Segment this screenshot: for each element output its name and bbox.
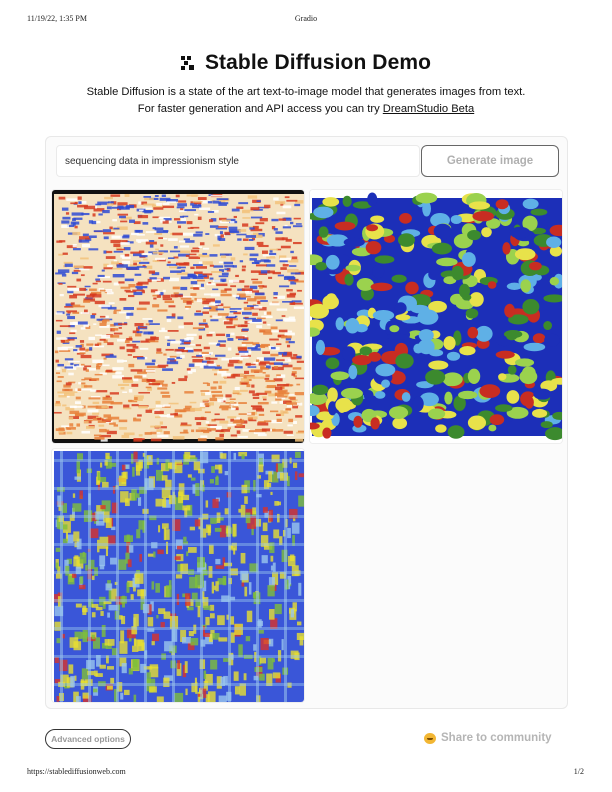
print-footer: https://stablediffusionweb.com 1/2 (0, 767, 612, 779)
main-panel: Generate image (45, 136, 568, 709)
print-url: https://stablediffusionweb.com (27, 767, 126, 776)
generate-image-button[interactable]: Generate image (421, 145, 559, 177)
generated-image-1 (52, 190, 304, 443)
print-header: 11/19/22, 1:35 PM Gradio (0, 14, 612, 26)
app-header: Stable Diffusion Demo Stable Diffusion i… (0, 50, 612, 118)
gallery-item-1[interactable] (51, 189, 305, 444)
description-line-1: Stable Diffusion is a state of the art t… (86, 86, 526, 98)
gallery-item-2[interactable] (309, 189, 563, 444)
gallery-item-3[interactable] (51, 448, 305, 703)
advanced-options-button[interactable]: Advanced options (45, 729, 131, 749)
hugging-face-icon (424, 732, 436, 744)
image-gallery (51, 189, 564, 705)
generated-image-3 (52, 449, 304, 702)
stable-diffusion-logo-icon (180, 56, 195, 70)
print-page-number: 1/2 (573, 767, 584, 776)
description-line-2: For faster generation and API access you… (137, 103, 383, 115)
prompt-row: Generate image (56, 145, 559, 179)
page-title: Stable Diffusion Demo (204, 51, 432, 74)
share-to-community-button[interactable]: Share to community (424, 732, 552, 744)
dreamstudio-link[interactable]: DreamStudio Beta (383, 103, 474, 115)
description: Stable Diffusion is a state of the art t… (0, 84, 612, 118)
share-label: Share to community (441, 732, 552, 744)
prompt-input[interactable] (56, 145, 420, 177)
print-page-title: Gradio (294, 14, 318, 23)
generated-image-2 (310, 190, 562, 443)
